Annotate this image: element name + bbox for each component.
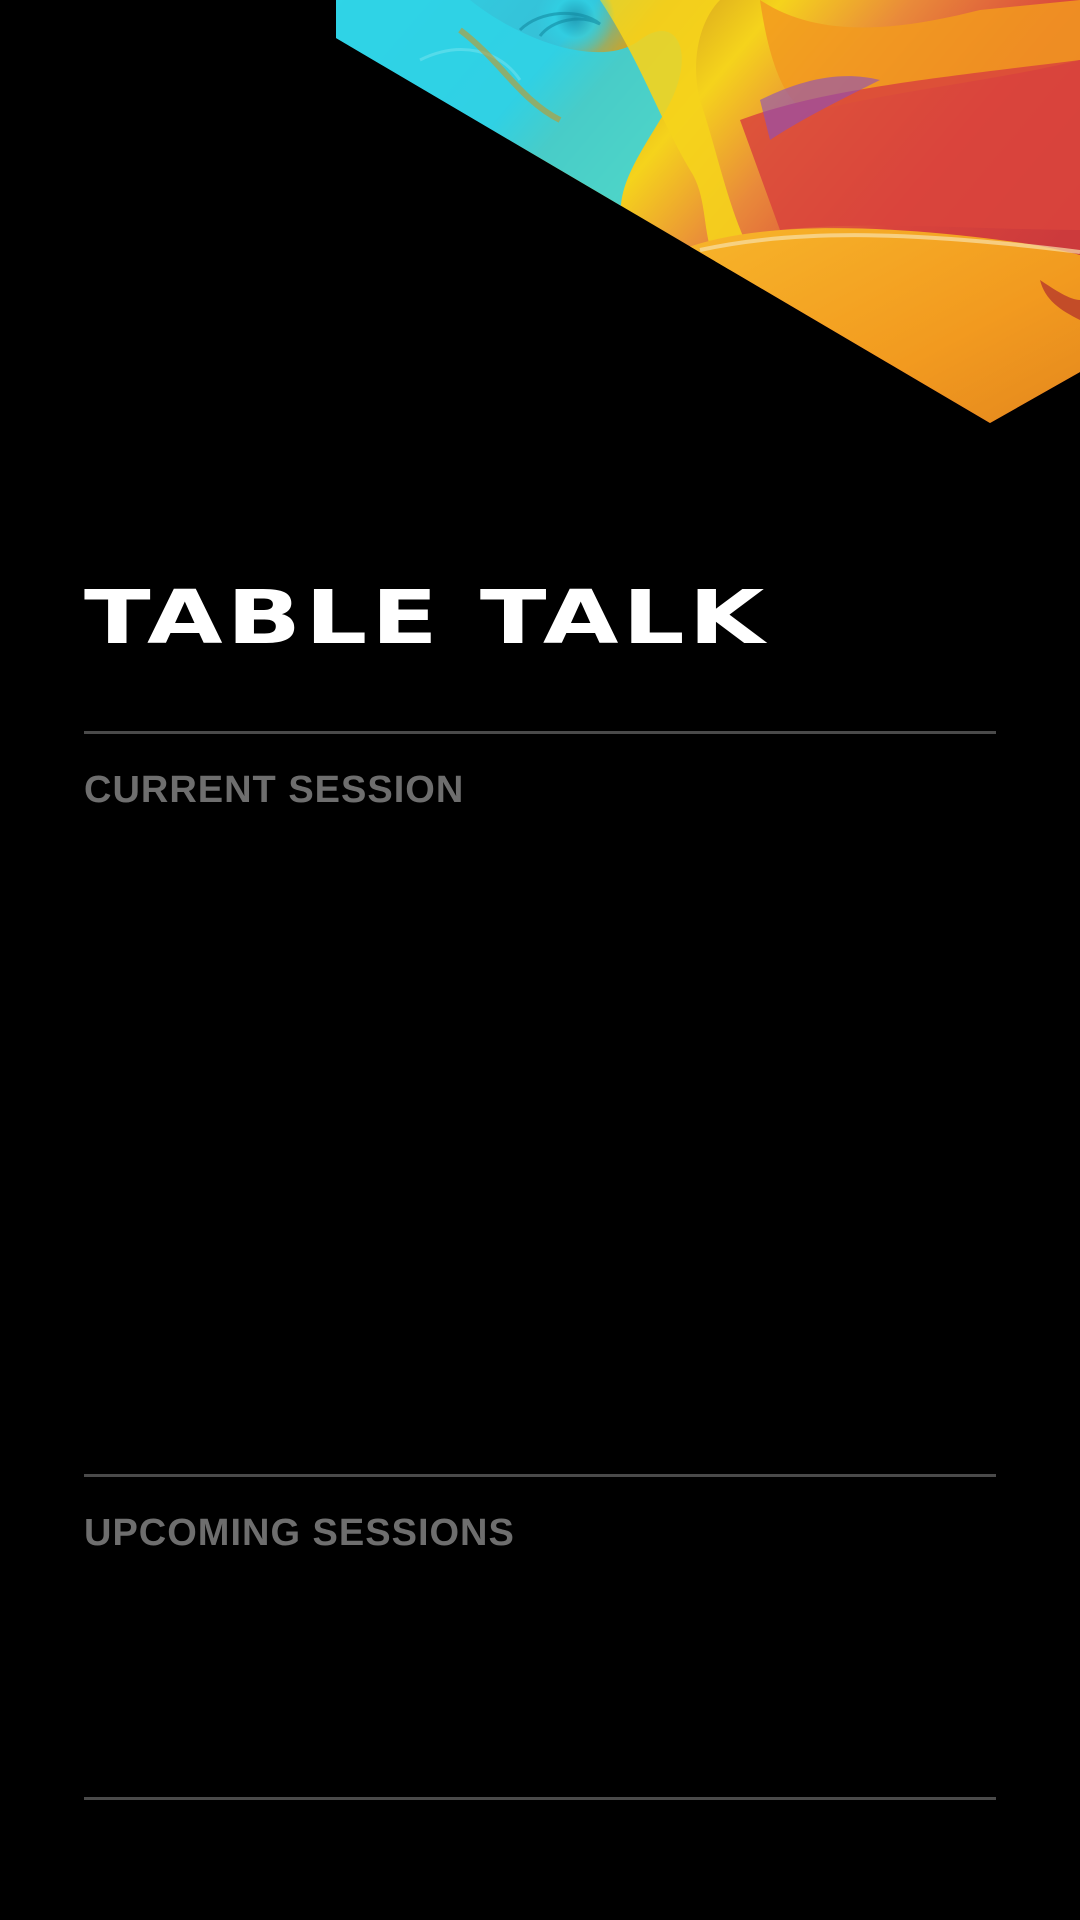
divider-top [84, 731, 996, 734]
app-title: TABLE TALK [84, 575, 769, 661]
hero-art [336, 0, 1080, 423]
divider-bottom [84, 1797, 996, 1800]
upcoming-sessions-heading: UPCOMING SESSIONS [84, 1512, 515, 1554]
current-session-list [84, 830, 996, 1470]
current-session-heading: CURRENT SESSION [84, 769, 465, 811]
upcoming-sessions-list [84, 1572, 996, 1792]
divider-middle [84, 1474, 996, 1477]
